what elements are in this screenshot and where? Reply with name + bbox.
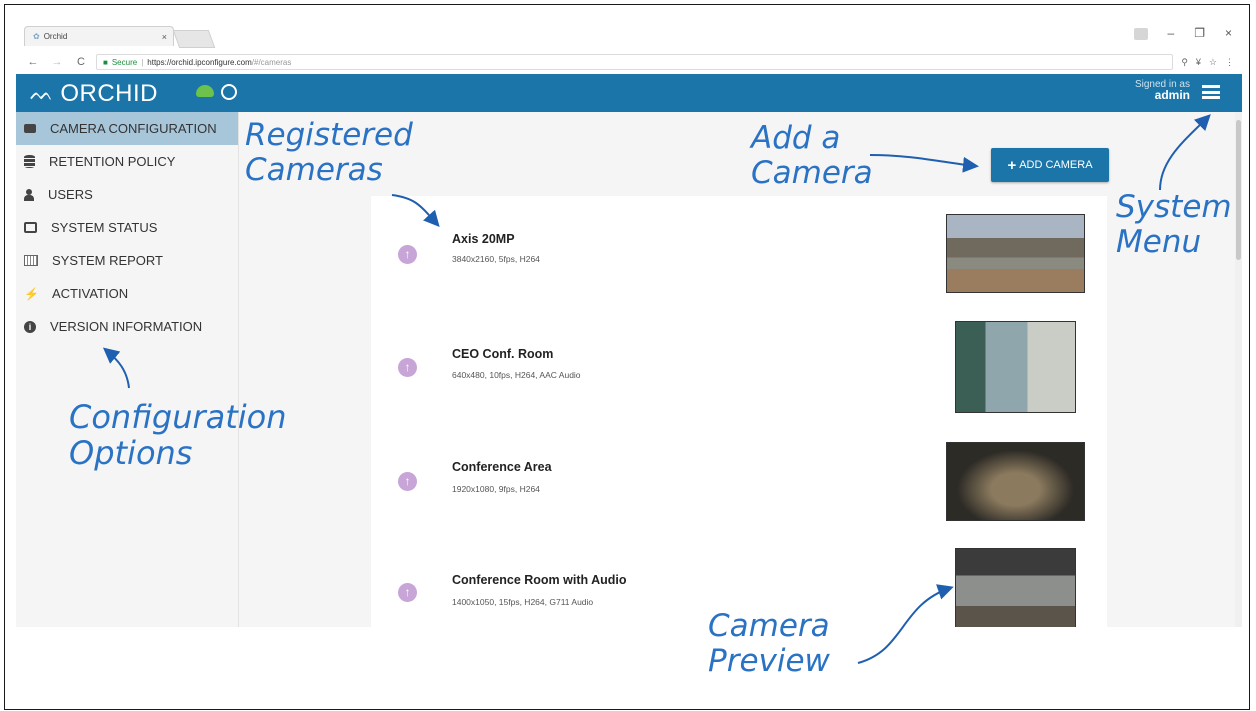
arrow-add-camera bbox=[869, 154, 979, 173]
arrow-system-menu bbox=[1159, 114, 1211, 191]
annotation-arrows bbox=[102, 114, 1211, 664]
arrow-registered-cameras bbox=[391, 194, 440, 227]
arrow-camera-preview bbox=[857, 584, 954, 664]
arrow-configuration-options bbox=[102, 347, 130, 389]
